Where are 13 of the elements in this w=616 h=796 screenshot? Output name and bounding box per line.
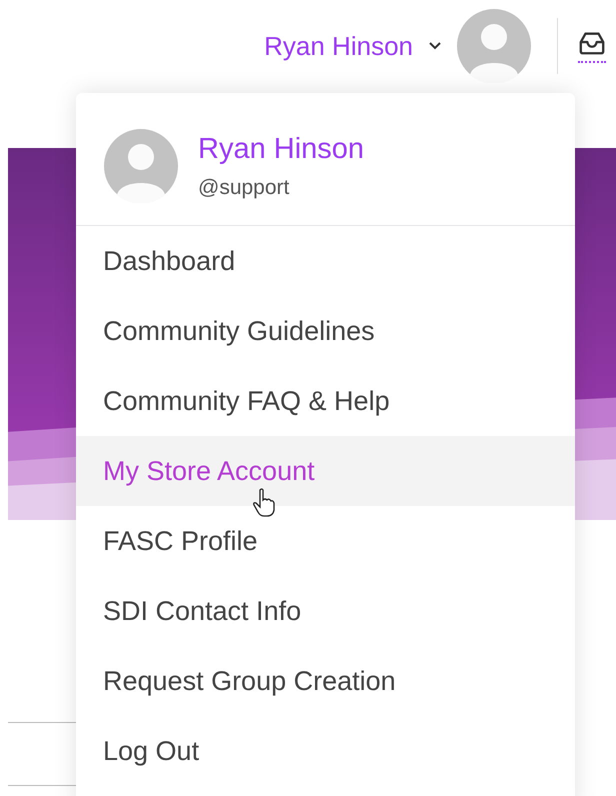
avatar-icon [104, 129, 178, 203]
menu-item[interactable]: Dashboard [76, 226, 575, 296]
menu-item[interactable]: Community FAQ & Help [76, 366, 575, 436]
menu-item[interactable]: Log Out [76, 716, 575, 786]
hand-cursor-icon [252, 488, 276, 518]
menu-item[interactable]: SDI Contact Info [76, 576, 575, 646]
menu-item[interactable]: Community Guidelines [76, 296, 575, 366]
menu-item[interactable]: My Store Account [76, 436, 575, 506]
menu-item[interactable]: FASC Profile [76, 506, 575, 576]
user-name: Ryan Hinson [198, 132, 364, 166]
user-handle: @support [198, 176, 290, 200]
user-menu-button[interactable]: Ryan Hinson [264, 30, 413, 62]
menu-item[interactable]: Request Group Creation [76, 646, 575, 716]
